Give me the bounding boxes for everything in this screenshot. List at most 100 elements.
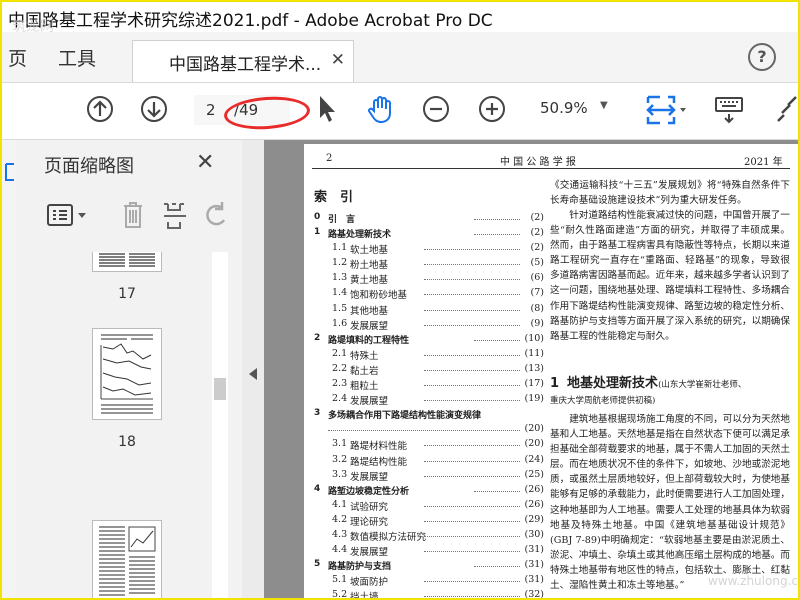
tab-home[interactable]: 页 xyxy=(8,44,27,71)
toc-row[interactable]: 4.1 试验研究 (26) xyxy=(314,499,544,514)
previous-page-icon[interactable] xyxy=(86,95,114,123)
toc-label: 路堑边坡稳定性分析 xyxy=(328,486,410,497)
current-page-input[interactable]: 2 xyxy=(206,101,216,119)
collapse-arrow-icon[interactable] xyxy=(249,368,257,380)
toc-row[interactable]: 1.2 粉土地基 (5) xyxy=(314,257,544,272)
toc-row[interactable]: 1.6 发展展望 (9) xyxy=(314,318,544,333)
toc-leader-dots xyxy=(424,460,520,462)
tab-document[interactable]: 中国路基工程学术... ✕ xyxy=(132,40,354,82)
toc-row[interactable]: 4.4 发展展望 (31) xyxy=(314,544,544,559)
toc-row[interactable]: 1.3 黄土地基 (6) xyxy=(314,272,544,287)
toc-row[interactable]: 2.3 粗粒土 (17) xyxy=(314,378,544,393)
toc-row[interactable]: 3 多场耦合作用下路堤结构性能演变规律 xyxy=(314,408,544,423)
toc-leader-dots xyxy=(424,385,520,387)
toc-row[interactable]: 1.4 饱和粉砂地基 (7) xyxy=(314,287,544,302)
hand-tool-icon[interactable] xyxy=(366,93,398,125)
toc-number: 4.1 xyxy=(332,498,348,510)
toc-number: 0 xyxy=(314,212,321,222)
toc-leader-dots xyxy=(424,581,520,583)
toc-page: (6) xyxy=(530,272,544,284)
toc-page: (31) xyxy=(524,574,544,586)
toc-page: (20) xyxy=(524,423,544,435)
toc-leader-dots xyxy=(424,475,520,477)
toc-page: (9) xyxy=(530,317,544,329)
toc-label: 发展展望 xyxy=(350,471,389,483)
toc-page: (10) xyxy=(524,332,544,344)
tab-bar: 页 工具 中国路基工程学术... ✕ ? xyxy=(2,32,798,83)
thumbnail-text-lines xyxy=(99,253,155,267)
toc-page: (26) xyxy=(524,483,544,495)
toc-number: 2.1 xyxy=(332,347,348,359)
toc-page: (24) xyxy=(524,453,544,465)
toc-row[interactable]: 3.3 发展展望 (25) xyxy=(314,469,544,484)
rotate-page-icon[interactable] xyxy=(204,200,228,230)
toc-row[interactable]: 5.2 挡土墙 (32) xyxy=(314,589,544,598)
link-icon[interactable] xyxy=(774,95,798,125)
select-cursor-icon[interactable] xyxy=(314,93,338,125)
toc-row[interactable]: 2 路堤填料的工程特性 (10) xyxy=(314,333,544,348)
toc-leader-dots xyxy=(424,279,520,281)
toc-row[interactable]: 3.1 路堤材料性能 (20) xyxy=(314,438,544,453)
thumbnail-scrollbar[interactable] xyxy=(212,252,228,598)
toc-label: 多场耦合作用下路堤结构性能演变规律 xyxy=(328,411,482,422)
toc-row[interactable]: 0 引 言 (2) xyxy=(314,212,544,227)
toc-number: 5.2 xyxy=(332,589,348,598)
paragraph-background: 针对道路结构性能衰减过快的问题，中国曾开展了一些“耐久性路面建造”方面的研究，并… xyxy=(550,210,790,342)
panel-close-icon[interactable]: ✕ xyxy=(196,150,214,175)
thumbnail-page-17[interactable] xyxy=(92,252,162,272)
zoom-level[interactable]: 50.9% xyxy=(540,99,588,117)
toc-number: 2.2 xyxy=(332,362,348,374)
page-header-year: 2021 年 xyxy=(744,157,783,168)
toc-label: 引 言 xyxy=(328,215,356,225)
toc-label: 粗粒土 xyxy=(350,381,379,393)
toc-leader-dots xyxy=(424,505,520,507)
toc-leader-dots xyxy=(474,234,520,236)
toc-page: (2) xyxy=(530,227,544,239)
next-page-icon[interactable] xyxy=(140,95,168,123)
toc-row[interactable]: 1.5 其他地基 (8) xyxy=(314,303,544,318)
toc-label: 软土地基 xyxy=(350,245,389,257)
toc-row[interactable]: (20) xyxy=(314,423,544,438)
zoom-out-icon[interactable] xyxy=(422,95,450,123)
toc-row[interactable]: 2.4 发展展望 (19) xyxy=(314,393,544,408)
toc-row[interactable]: 4.3 数值模拟方法研究 (30) xyxy=(314,529,544,544)
toc-label: 特殊土 xyxy=(350,350,379,362)
thumbnail-page-19[interactable] xyxy=(92,520,162,598)
thumbnail-scroll-thumb[interactable] xyxy=(214,378,226,400)
help-icon[interactable]: ? xyxy=(748,43,776,71)
toc-leader-dots xyxy=(328,430,520,432)
tab-tools[interactable]: 工具 xyxy=(58,44,96,71)
tab-close-icon[interactable]: ✕ xyxy=(331,50,345,70)
zoom-in-icon[interactable] xyxy=(478,95,506,123)
toc-row[interactable]: 3.2 路堤结构性能 (24) xyxy=(314,454,544,469)
options-menu-icon[interactable] xyxy=(46,202,90,228)
toc-row[interactable]: 1 路基处理新技术 (2) xyxy=(314,227,544,242)
toc-number: 1.5 xyxy=(332,302,348,314)
toc-row[interactable]: 2.2 黏土岩 (13) xyxy=(314,363,544,378)
extract-page-icon[interactable] xyxy=(162,200,188,230)
toc-row[interactable]: 5 路基防护与支挡 (31) xyxy=(314,559,544,574)
toc-label: 路基防护与支挡 xyxy=(328,562,392,573)
keyboard-icon[interactable] xyxy=(714,95,744,125)
panel-collapse-bar[interactable] xyxy=(242,140,264,598)
panel-title: 页面缩略图 xyxy=(44,156,134,177)
toc-label: 其他地基 xyxy=(350,305,389,317)
toc-leader-dots xyxy=(424,249,520,251)
toc-row[interactable]: 2.1 特殊土 (11) xyxy=(314,348,544,363)
toc-number: 3.1 xyxy=(332,438,348,450)
toc-row[interactable]: 4 路堑边坡稳定性分析 (26) xyxy=(314,484,544,499)
delete-page-icon[interactable] xyxy=(120,200,146,230)
toc-page: (25) xyxy=(524,468,544,480)
toc-row[interactable]: 1.1 软土地基 (2) xyxy=(314,242,544,257)
toc-label: 发展展望 xyxy=(350,320,389,332)
zoom-dropdown-icon[interactable]: ▼ xyxy=(600,100,608,111)
toc-row[interactable]: 4.2 理论研究 (29) xyxy=(314,514,544,529)
toc-page: (13) xyxy=(524,362,544,374)
thumbnail-panel-icon[interactable] xyxy=(4,162,14,182)
thumbnail-page-18[interactable] xyxy=(92,328,162,420)
section-title: 地基处理新技术 xyxy=(567,376,659,391)
toc-row[interactable]: 5.1 坡面防护 (31) xyxy=(314,574,544,589)
toc-page: (7) xyxy=(530,287,544,299)
document-viewer: 2 中 国 公 路 学 报 2021 年 索 引 0 引 言 (2) 1 路基处理新技术… xyxy=(242,140,798,598)
page-fit-icon[interactable] xyxy=(642,93,688,127)
